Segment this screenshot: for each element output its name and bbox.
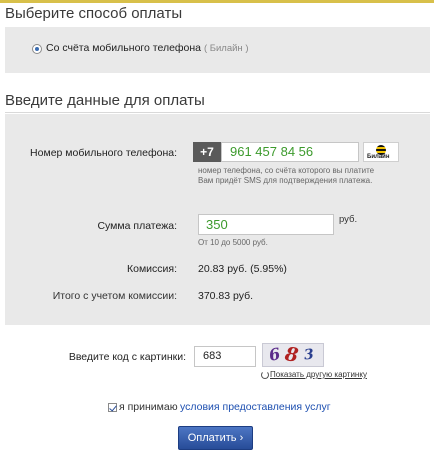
pay-button[interactable]: Оплатить › [178, 426, 253, 450]
amount-input[interactable]: 350 [198, 214, 334, 235]
amount-hint: От 10 до 5000 руб. [198, 238, 268, 247]
pay-button-label: Оплатить [187, 432, 237, 444]
captcha-image: 6 8 3 [262, 343, 324, 367]
section-divider [5, 112, 430, 113]
phone-hint-line1: номер телефона, со счёта которого вы пла… [198, 166, 375, 175]
agreement-text: я принимаю [119, 401, 178, 413]
captcha-char: 3 [303, 346, 315, 364]
captcha-char: 8 [283, 343, 300, 367]
top-accent-line [0, 0, 434, 3]
fee-value: 20.83 руб. (5.95%) [198, 263, 287, 275]
phone-hint-line2: Вам придёт SMS для подтверждения платежа… [198, 176, 373, 185]
amount-label: Сумма платежа: [97, 220, 177, 232]
refresh-captcha-link[interactable]: Показать другую картинку [270, 370, 367, 379]
terms-link[interactable]: условия предоставления услуг [180, 401, 331, 413]
total-value: 370.83 руб. [198, 290, 254, 302]
phone-hint: номер телефона, со счёта которого вы пла… [198, 166, 418, 186]
payment-method-option[interactable]: Со счёта мобильного телефона ( Билайн ) [46, 42, 248, 54]
payment-method-radio[interactable] [32, 44, 42, 54]
total-label: Итого с учетом комиссии: [52, 290, 177, 302]
payment-data-panel: Номер мобильного телефона: +7 961 457 84… [5, 114, 430, 325]
captcha-input[interactable]: 683 [194, 346, 256, 367]
phone-prefix: +7 [193, 142, 221, 162]
agreement-checkbox[interactable] [108, 403, 117, 412]
captcha-label: Введите код с картинки: [68, 351, 186, 363]
section-title-method: Выберите способ оплаты [5, 5, 183, 22]
amount-unit: руб. [339, 214, 358, 225]
payment-method-label: Со счёта мобильного телефона [46, 42, 202, 54]
beeline-logo: Билайн [363, 142, 399, 162]
phone-label: Номер мобильного телефона: [30, 147, 177, 159]
captcha-char: 6 [267, 344, 282, 365]
section-title-data: Введите данные для оплаты [5, 92, 205, 109]
payment-method-operator: ( Билайн ) [203, 43, 249, 54]
beeline-logo-text: Билайн [367, 154, 390, 160]
payment-method-panel: Со счёта мобильного телефона ( Билайн ) [5, 27, 430, 73]
phone-input[interactable]: 961 457 84 56 [221, 142, 359, 162]
chevron-right-icon: › [239, 432, 244, 444]
refresh-icon[interactable] [261, 371, 269, 379]
fee-label: Комиссия: [126, 263, 177, 275]
